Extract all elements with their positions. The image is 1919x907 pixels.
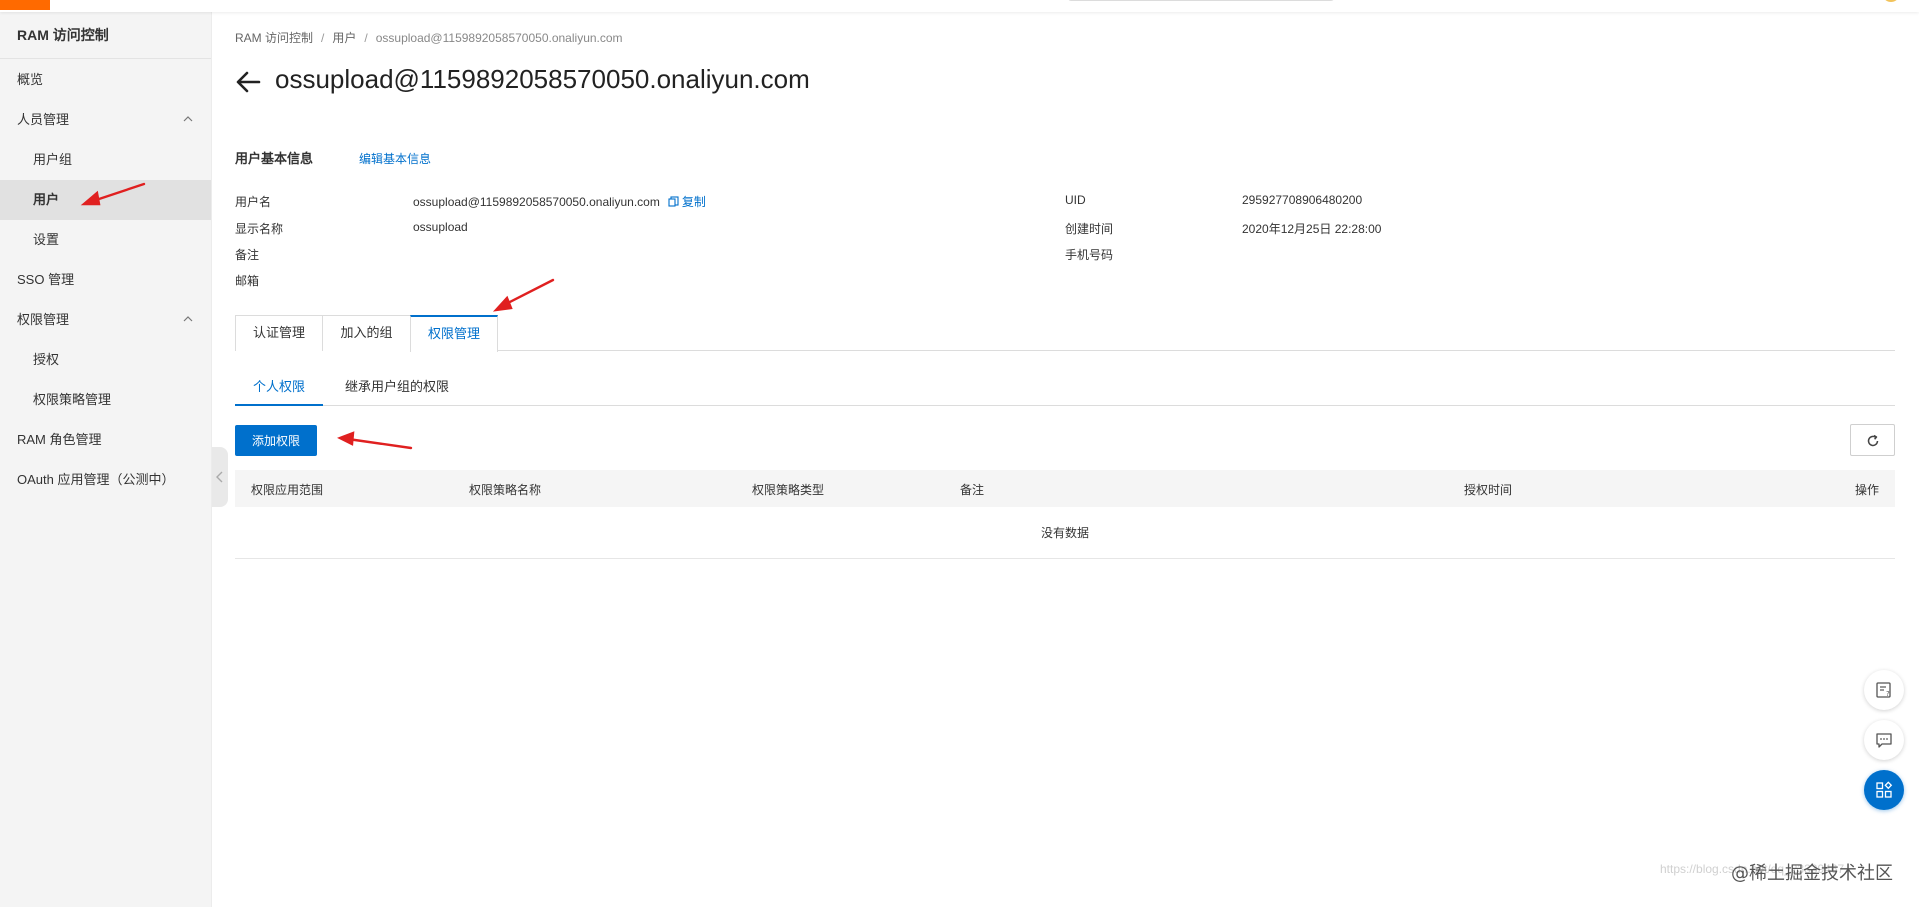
- edit-basic-info-link[interactable]: 编辑基本信息: [359, 150, 431, 167]
- chevron-left-icon: [216, 471, 223, 483]
- sidebar-item-grants[interactable]: 授权: [0, 340, 211, 380]
- sidebar-item-label: SSO 管理: [17, 272, 75, 287]
- breadcrumb-item[interactable]: 用户: [332, 31, 356, 45]
- help-doc-button[interactable]: ?: [1864, 670, 1904, 710]
- phone-label: 手机号码: [1065, 248, 1114, 262]
- sidebar-item-overview[interactable]: 概览: [0, 60, 211, 100]
- apps-button[interactable]: [1864, 770, 1904, 810]
- page-title: ossupload@1159892058570050.onaliyun.com: [275, 64, 810, 94]
- copy-icon: [668, 196, 679, 207]
- refresh-icon: [1867, 434, 1879, 447]
- sidebar-item-label: 权限策略管理: [33, 392, 112, 407]
- sidebar-item-policies[interactable]: 权限策略管理: [0, 380, 211, 420]
- breadcrumb: RAM 访问控制 / 用户 / ossupload@1159892058570050.o…: [235, 29, 623, 46]
- avatar[interactable]: [1884, 0, 1898, 2]
- sidebar-item-label: OAuth 应用管理（公测中）: [17, 472, 175, 487]
- username-label: 用户名: [235, 195, 272, 209]
- sidebar-item-label: RAM 角色管理: [17, 432, 102, 447]
- refresh-button[interactable]: [1850, 424, 1895, 456]
- column-header: 备注: [960, 483, 985, 497]
- created-time-value: 2020年12月25日 22:28:00: [1242, 222, 1382, 236]
- table-empty-state: 没有数据: [235, 507, 1895, 559]
- chevron-up-icon[interactable]: [183, 114, 193, 124]
- console-logo[interactable]: [0, 0, 50, 10]
- tab-inherited-permissions[interactable]: 继承用户组的权限: [335, 375, 459, 406]
- column-header: 操作: [1855, 483, 1880, 497]
- add-permission-button[interactable]: 添加权限: [235, 425, 317, 456]
- chat-icon: [1876, 733, 1892, 748]
- sidebar-title: RAM 访问控制: [0, 12, 211, 59]
- sidebar-collapse-handle[interactable]: [212, 447, 228, 507]
- copy-button[interactable]: 复制: [668, 195, 706, 209]
- column-header: 权限策略类型: [752, 483, 825, 497]
- annotation-arrow-permissions-tab: [492, 278, 555, 312]
- sidebar-item-label: 概览: [17, 72, 44, 87]
- top-navbar: [0, 0, 1919, 12]
- doc-question-icon: ?: [1876, 682, 1891, 698]
- sidebar-item-label: 用户组: [33, 152, 73, 167]
- sidebar-item-identities[interactable]: 人员管理: [0, 100, 211, 140]
- copy-label: 复制: [681, 195, 706, 209]
- tab-personal-permissions[interactable]: 个人权限: [235, 375, 323, 406]
- feedback-button[interactable]: [1864, 720, 1904, 760]
- sidebar: RAM 访问控制 概览 人员管理 用户组 用户 设置 SSO 管理 权限管理 授…: [0, 12, 212, 907]
- breadcrumb-item: ossupload@1159892058570050.onaliyun.com: [375, 31, 623, 45]
- svg-text:?: ?: [1886, 690, 1890, 698]
- sidebar-item-settings[interactable]: 设置: [0, 220, 211, 260]
- tab-authentication[interactable]: 认证管理: [235, 315, 323, 351]
- column-header: 权限应用范围: [251, 483, 324, 497]
- column-header: 授权时间: [1464, 483, 1513, 497]
- sidebar-item-label: 授权: [33, 352, 60, 367]
- global-search-input[interactable]: [1068, 0, 1334, 1]
- sidebar-item-roles[interactable]: RAM 角色管理: [0, 420, 211, 460]
- column-header: 权限策略名称: [469, 483, 542, 497]
- tab-permissions[interactable]: 权限管理: [410, 315, 498, 352]
- email-label: 邮箱: [235, 274, 260, 288]
- table-header: 权限应用范围 权限策略名称 权限策略类型 备注 授权时间 操作: [235, 470, 1895, 507]
- community-watermark: @稀土掘金技术社区: [1731, 863, 1893, 884]
- username-value: ossupload@1159892058570050.onaliyun.com 复…: [413, 193, 706, 210]
- sidebar-item-label: 设置: [33, 232, 60, 247]
- permission-tabs: 个人权限 继承用户组的权限: [235, 375, 1895, 406]
- uid-value: 295927708906480200: [1242, 193, 1363, 207]
- breadcrumb-separator: /: [364, 31, 368, 45]
- sidebar-item-label: 用户: [33, 192, 60, 207]
- breadcrumb-item[interactable]: RAM 访问控制: [235, 31, 313, 45]
- display-name-value: ossupload: [413, 220, 468, 234]
- tab-joined-groups[interactable]: 加入的组: [322, 315, 411, 351]
- sidebar-item-label: 权限管理: [17, 312, 70, 327]
- chevron-up-icon[interactable]: [183, 314, 193, 324]
- annotation-arrow-add-button: [337, 431, 413, 450]
- remark-label: 备注: [235, 248, 260, 262]
- created-time-label: 创建时间: [1065, 222, 1114, 236]
- back-arrow-icon[interactable]: [235, 69, 261, 95]
- username-text: ossupload@1159892058570050.onaliyun.com: [413, 195, 660, 209]
- sidebar-item-groups[interactable]: 用户组: [0, 140, 211, 180]
- breadcrumb-separator: /: [321, 31, 325, 45]
- sidebar-item-users[interactable]: 用户: [0, 180, 211, 220]
- section-title: 用户基本信息: [235, 151, 314, 166]
- sidebar-item-label: 人员管理: [17, 112, 70, 127]
- sidebar-item-permissions[interactable]: 权限管理: [0, 300, 211, 340]
- detail-tabs: 认证管理 加入的组 权限管理: [235, 315, 1895, 352]
- sidebar-item-oauth[interactable]: OAuth 应用管理（公测中）: [0, 460, 211, 500]
- sidebar-item-sso[interactable]: SSO 管理: [0, 260, 211, 300]
- apps-grid-icon: [1876, 781, 1893, 798]
- display-name-label: 显示名称: [235, 222, 284, 236]
- uid-label: UID: [1065, 193, 1086, 207]
